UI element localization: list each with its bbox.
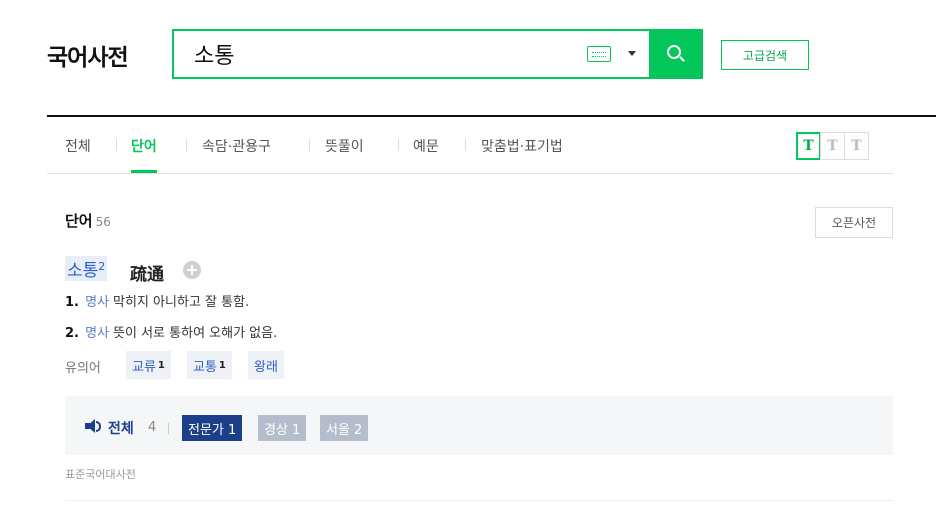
synonym-chip[interactable]: 교통 1: [187, 351, 232, 379]
audio-chip-expert[interactable]: 전문가 1: [182, 415, 243, 441]
tab-words[interactable]: 단어: [131, 136, 157, 173]
definition-item: 1. 명사 막히지 아니하고 잘 통함.: [65, 295, 250, 310]
keyboard-icon[interactable]: [587, 46, 611, 62]
search-input[interactable]: [174, 32, 574, 76]
tab-separator: [116, 139, 117, 151]
tab-separator: [465, 139, 466, 151]
tab-meanings[interactable]: 뜻풀이: [325, 136, 364, 156]
audio-all-button[interactable]: 전체: [108, 418, 134, 438]
entry-hanja: 疏通: [130, 265, 164, 285]
dictionary-logo[interactable]: 국어사전: [47, 38, 129, 72]
audio-separator: [168, 423, 169, 434]
font-size-medium-button[interactable]: T: [820, 132, 845, 160]
entry-headword[interactable]: 소통2: [65, 256, 108, 281]
synonym-label: 유의어: [65, 361, 101, 376]
search-box: [172, 29, 703, 79]
entry-divider: [65, 500, 893, 501]
section-count: 56: [95, 215, 111, 229]
tab-separator: [186, 139, 187, 151]
tab-separator: [309, 139, 310, 151]
tab-proverbs[interactable]: 속담·관용구: [202, 136, 271, 156]
synonym-chip[interactable]: 왕래: [248, 351, 284, 379]
tab-separator: [398, 139, 399, 151]
pronunciation-bar: 전체 4 전문가 1 경상 1 서울 2: [65, 396, 893, 455]
part-of-speech[interactable]: 명사: [85, 326, 109, 341]
speaker-icon[interactable]: [85, 419, 101, 433]
part-of-speech[interactable]: 명사: [85, 295, 109, 310]
audio-chip-gyeongsang[interactable]: 경상 1: [258, 415, 307, 441]
tab-spelling[interactable]: 맞춤법·표기법: [481, 136, 563, 156]
advanced-search-button[interactable]: 고급검색: [721, 40, 809, 70]
open-dictionary-button[interactable]: 오픈사전: [815, 207, 893, 238]
dropdown-arrow-icon[interactable]: [628, 51, 636, 56]
tab-examples[interactable]: 예문: [413, 136, 439, 156]
synonym-chip[interactable]: 교류 1: [126, 351, 171, 379]
audio-chip-seoul[interactable]: 서울 2: [320, 415, 369, 441]
tab-all[interactable]: 전체: [65, 136, 91, 156]
search-button[interactable]: [649, 31, 701, 77]
homonym-number: 2: [98, 260, 106, 273]
audio-all-count: 4: [148, 420, 157, 435]
tab-bar: 전체 단어 속담·관용구 뜻풀이 예문 맞춤법·표기법 T T T: [47, 117, 893, 174]
font-size-small-button[interactable]: T: [796, 132, 821, 160]
section-title: 단어 56: [65, 212, 111, 230]
add-icon[interactable]: [183, 261, 201, 279]
definition-item: 2. 명사 뜻이 서로 통하여 오해가 없음.: [65, 326, 278, 341]
dictionary-source[interactable]: 표준국어대사전: [65, 466, 136, 482]
font-size-large-button[interactable]: T: [844, 132, 869, 160]
